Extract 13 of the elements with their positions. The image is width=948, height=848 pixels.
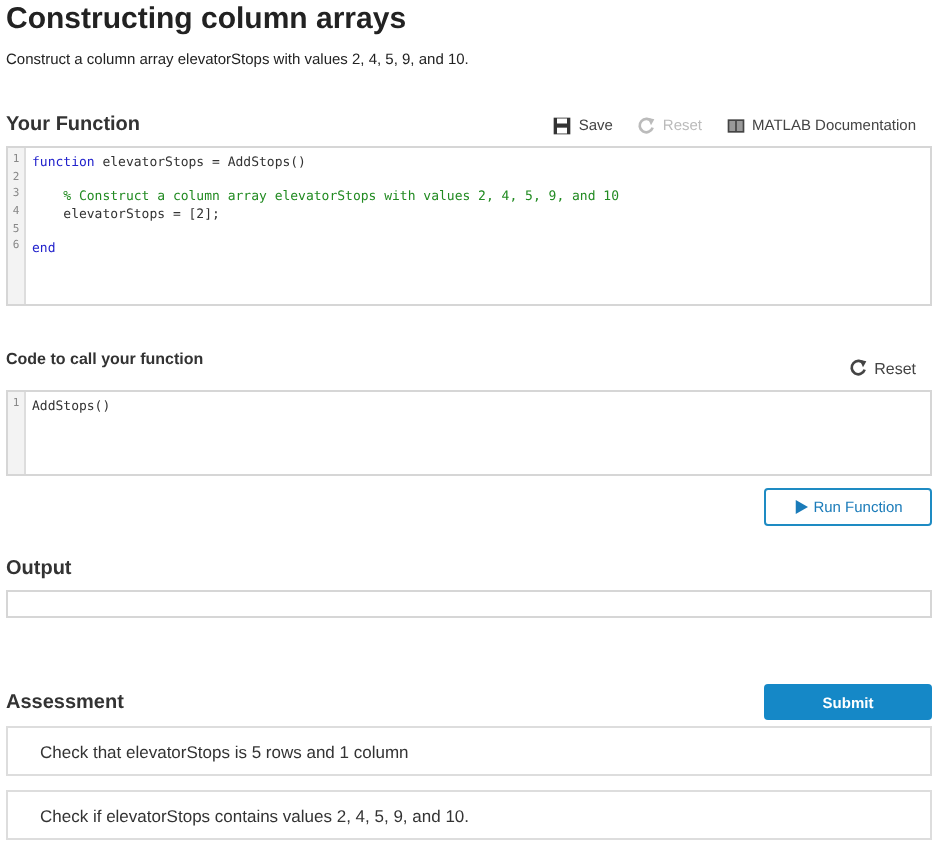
save-icon [552, 115, 573, 135]
refresh-icon [636, 115, 657, 135]
book-icon [726, 115, 747, 135]
section-heading: Assessment [6, 691, 124, 713]
assessment-check[interactable]: Check if elevatorStops contains values 2, 4, 5, 9, and 10. [6, 790, 932, 840]
section-heading: Code to call your function [6, 349, 204, 367]
play-icon [793, 500, 808, 514]
reset-button[interactable]: Reset [848, 358, 916, 378]
refresh-icon [848, 358, 869, 378]
page-title: Constructing column arrays [6, 2, 409, 36]
section-heading: Your Function [6, 114, 141, 136]
section-heading: Output [6, 558, 74, 580]
assessment-check[interactable]: Check that elevatorStops is 5 rows and 1 column [6, 726, 932, 776]
